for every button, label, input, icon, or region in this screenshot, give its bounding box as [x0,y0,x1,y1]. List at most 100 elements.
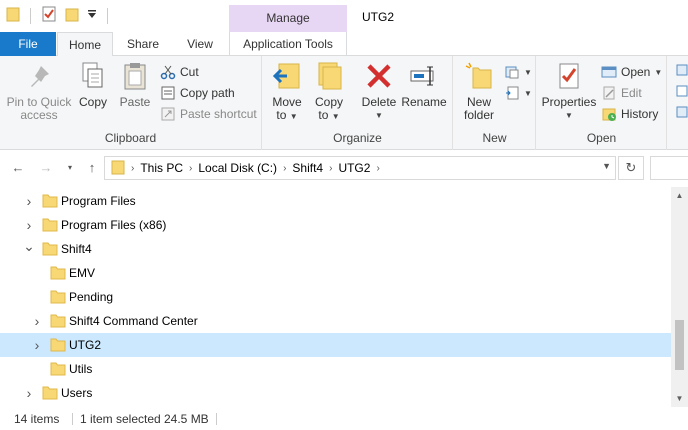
clipboard-group: Pin to Quick access Copy Paste Cut Copy … [0,56,262,150]
ribbon: Pin to Quick access Copy Paste Cut Copy … [0,56,688,150]
rename-button[interactable]: Rename [401,60,447,109]
new-folder-qat-icon[interactable] [65,6,79,25]
tab-file[interactable]: File [0,32,56,56]
item-count: 14 items [14,412,60,426]
tree-item[interactable]: Pending [0,285,671,309]
chevron-right-icon[interactable]: › [30,314,44,328]
tree-item[interactable]: › Shift4 Command Center [0,309,671,333]
recent-locations-icon[interactable]: ▾ [62,160,78,176]
tab-share[interactable]: Share [117,32,169,56]
open-dropdown-icon: ▼ [654,67,663,77]
new-folder-icon [463,60,495,92]
copy-to-button[interactable]: Copy to ▼ [311,60,347,123]
folder-icon [50,290,66,304]
breadcrumb-shift4[interactable]: Shift4 [292,161,323,175]
tree-item-label: Shift4 Command Center [69,314,198,328]
paste-label: Paste [119,95,151,109]
breadcrumb-chevron-icon[interactable]: › [376,163,379,174]
tree-item-label: Program Files (x86) [61,218,167,232]
open-label: Open [621,65,651,79]
breadcrumb-utg2[interactable]: UTG2 [338,161,370,175]
vertical-scrollbar[interactable]: ▲ ▼ [671,187,688,407]
copy-icon [77,60,109,92]
new-item-button[interactable]: ▼ [504,62,532,82]
search-input[interactable] [650,156,688,180]
address-bar[interactable]: › This PC › Local Disk (C:) › Shift4 › U… [104,156,616,180]
copy-path-button[interactable]: Copy path [160,83,235,103]
tree-item[interactable]: › UTG2 [0,333,671,357]
properties-button[interactable]: Properties ▼ [541,60,597,122]
folder-icon [42,242,58,256]
chevron-right-icon[interactable]: › [22,218,36,232]
history-label: History [621,107,659,121]
tree-item[interactable]: Utils [0,357,671,381]
pin-icon [23,60,55,92]
copy-button[interactable]: Copy [76,60,110,109]
status-divider [72,413,73,425]
tree-item[interactable]: EMV [0,261,671,285]
pin-quick-access-button[interactable]: Pin to Quick access [4,60,74,122]
window-title: UTG2 [362,10,395,24]
paste-shortcut-icon [160,106,176,122]
select-all-icon[interactable] [676,64,688,127]
customize-qat-icon[interactable] [87,9,97,22]
folder-icon [50,362,66,376]
delete-button[interactable]: Delete ▼ [359,60,399,122]
organize-group: Move to ▼ Copy to ▼ Delete ▼ Rename Orga… [263,56,453,150]
copy-path-label: Copy path [180,86,235,100]
scrollbar-thumb[interactable] [675,320,684,370]
history-icon [601,106,617,122]
open-button[interactable]: Open ▼ [601,62,662,82]
paste-shortcut-button[interactable]: Paste shortcut [160,104,257,124]
tree-item[interactable]: ⌄ Shift4 [0,237,671,261]
chevron-right-icon[interactable]: › [30,338,44,352]
up-arrow-icon[interactable]: ↑ [84,160,100,176]
paste-button[interactable]: Paste [116,60,154,109]
tree-item-label: UTG2 [69,338,102,352]
tab-view[interactable]: View [175,32,225,56]
scissors-icon [160,64,176,80]
chevron-right-icon[interactable]: › [22,194,36,208]
forward-arrow-icon[interactable]: → [38,160,54,176]
breadcrumb-this-pc[interactable]: This PC [140,161,183,175]
chevron-right-icon[interactable]: › [22,386,36,400]
breadcrumb-chevron-icon[interactable]: › [329,163,332,174]
chevron-down-icon[interactable]: ⌄ [22,239,36,256]
new-folder-label: New folder [463,95,495,122]
ribbon-tabs: File Home Share View Application Tools [0,32,688,57]
properties-icon [553,60,585,92]
move-to-dropdown-icon: ▼ [289,112,298,121]
back-arrow-icon[interactable]: ← [10,160,26,176]
refresh-button[interactable]: ↻ [618,156,644,180]
breadcrumb-local-disk[interactable]: Local Disk (C:) [198,161,277,175]
tree-item[interactable]: › Users [0,381,671,405]
tab-home[interactable]: Home [57,32,113,57]
tab-application-tools[interactable]: Application Tools [229,32,347,56]
breadcrumb-chevron-icon[interactable]: › [131,163,134,174]
tree-item[interactable]: › Program Files [0,189,671,213]
toolbar-divider [30,7,31,24]
scroll-down-icon[interactable]: ▼ [671,390,688,407]
edit-button[interactable]: Edit [601,83,642,103]
breadcrumb-chevron-icon[interactable]: › [283,163,286,174]
new-folder-button[interactable]: New folder [458,60,500,122]
edit-icon [601,85,617,101]
address-dropdown-icon[interactable]: ▼ [602,161,611,171]
tree-item[interactable]: › Program Files (x86) [0,213,671,237]
copy-to-dropdown-icon: ▼ [331,112,340,121]
folder-icon [50,266,66,280]
open-group: Properties ▼ Open ▼ Edit History Open [537,56,667,150]
selection-size: 24.5 MB [164,412,209,426]
easy-access-button[interactable]: ▼ [504,83,532,103]
selection-count: 1 item selected [80,412,161,426]
new-group: New folder ▼ ▼ New [454,56,536,150]
properties-dropdown-icon: ▼ [565,111,573,120]
scroll-up-icon[interactable]: ▲ [671,187,688,204]
properties-qat-icon[interactable] [41,6,57,25]
breadcrumb-chevron-icon[interactable]: › [189,163,192,174]
tree-item-label: Users [61,386,93,400]
history-button[interactable]: History [601,104,658,124]
move-to-button[interactable]: Move to ▼ [269,60,305,123]
edit-label: Edit [621,86,642,100]
cut-button[interactable]: Cut [160,62,199,82]
